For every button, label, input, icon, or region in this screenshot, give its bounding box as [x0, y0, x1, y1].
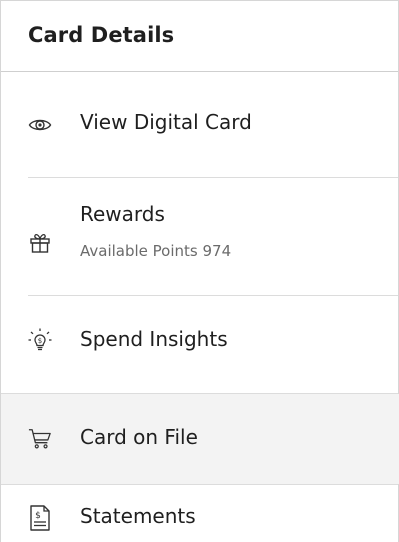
panel-title: Card Details	[28, 23, 175, 47]
available-points-text: Available Points 974	[80, 242, 232, 260]
eye-icon	[28, 113, 52, 137]
shopping-cart-icon	[28, 427, 52, 451]
menu-item-label: Rewards	[80, 202, 165, 226]
svg-text:$: $	[38, 337, 42, 345]
gift-icon	[28, 230, 52, 254]
statement-document-icon: $	[28, 505, 52, 531]
svg-text:$: $	[35, 511, 41, 521]
menu-item-view-digital-card[interactable]: View Digital Card	[1, 72, 399, 177]
menu-item-label: Card on File	[80, 425, 198, 449]
menu-item-spend-insights[interactable]: $ Spend Insights	[1, 296, 399, 393]
menu-item-label: Statements	[80, 504, 196, 528]
menu-item-statements[interactable]: $ Statements	[1, 485, 399, 542]
menu-item-label: View Digital Card	[80, 110, 252, 134]
card-details-panel: Card Details View Digital Card Rewards A…	[0, 0, 399, 542]
menu-item-rewards[interactable]: Rewards Available Points 974	[1, 178, 399, 295]
menu-item-card-on-file[interactable]: Card on File	[1, 394, 399, 484]
lightbulb-dollar-icon: $	[28, 328, 52, 353]
menu-item-label: Spend Insights	[80, 327, 228, 351]
